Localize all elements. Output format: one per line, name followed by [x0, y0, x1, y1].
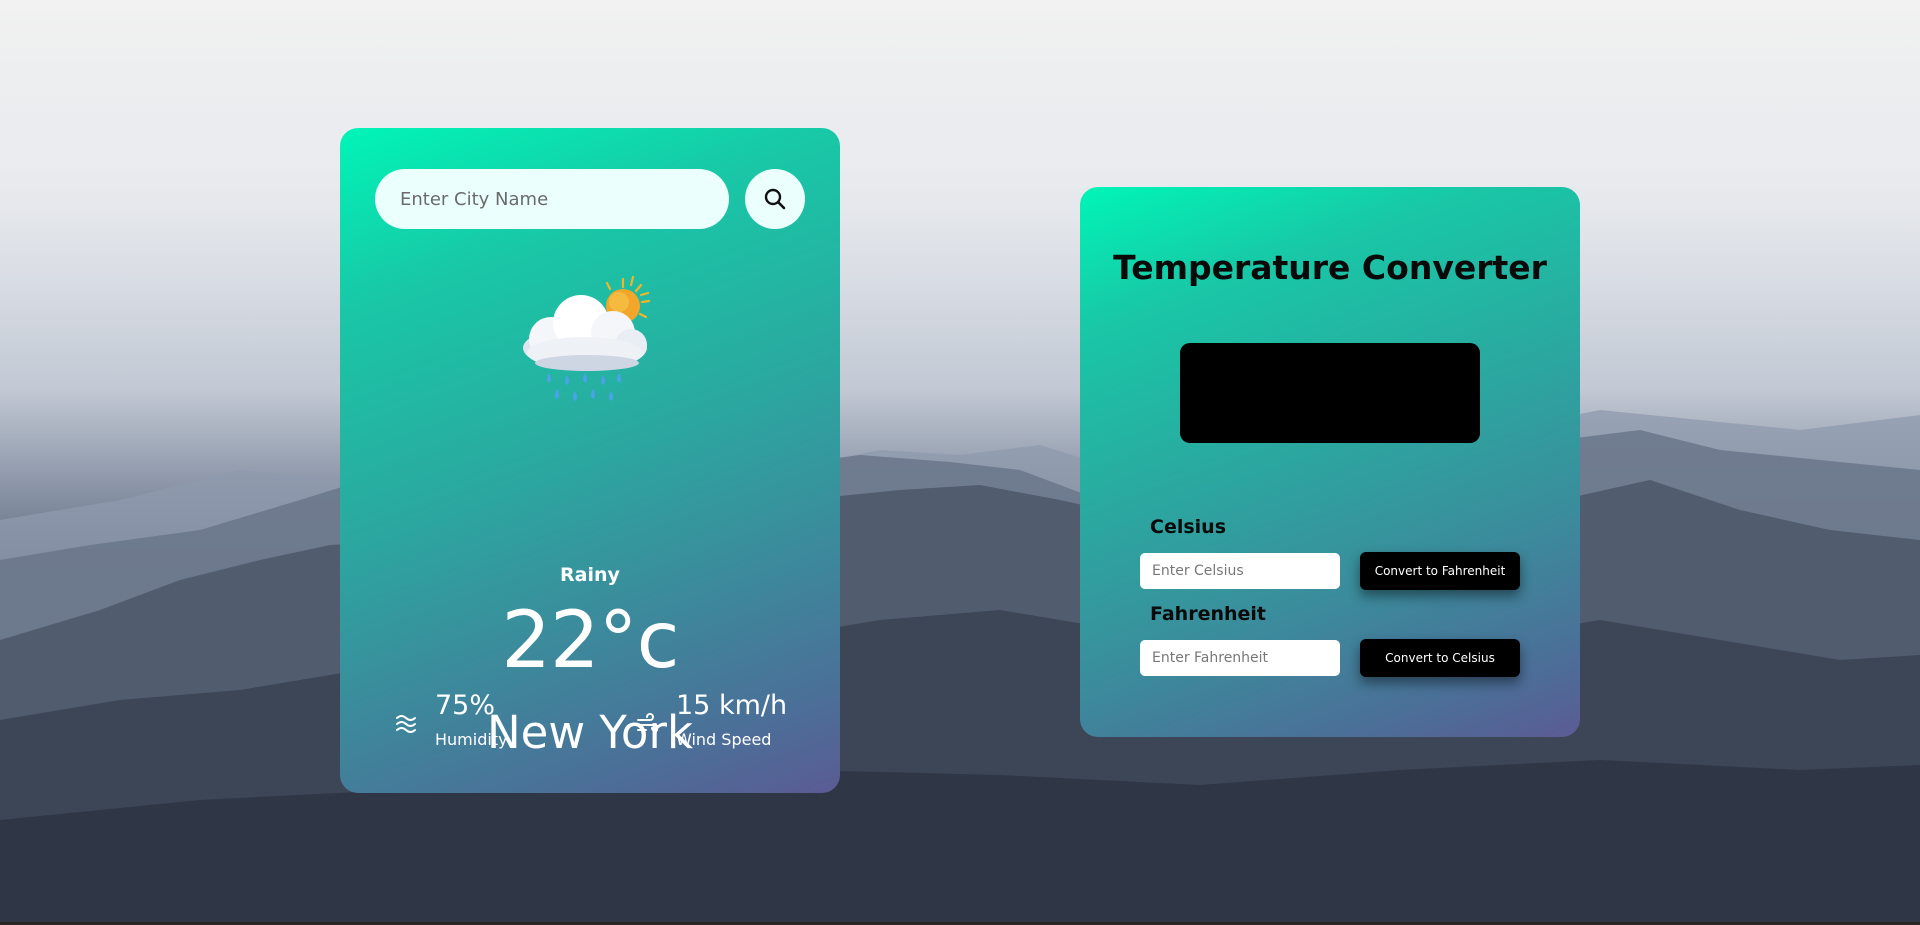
temperature-value: 22°c	[501, 596, 679, 686]
rain-cloud-sun-icon	[515, 273, 665, 408]
wind-speed-label: Wind Speed	[676, 730, 772, 749]
convert-to-celsius-button[interactable]: Convert to Celsius	[1360, 639, 1520, 677]
wind-speed-value: 15 km/h	[676, 690, 788, 721]
mountain-silhouettes	[0, 0, 1920, 925]
humidity-waves-icon	[395, 713, 417, 735]
wind-icon	[636, 713, 659, 735]
weather-card: Rainy 22°c New York 75% Humidity 15 km/h…	[340, 128, 840, 793]
temperature-converter-card: Temperature Converter Celsius Convert to…	[1080, 187, 1580, 737]
weather-condition: Rainy	[560, 564, 620, 586]
convert-to-fahrenheit-button[interactable]: Convert to Fahrenheit	[1360, 552, 1520, 590]
humidity-label: Humidity	[435, 730, 508, 749]
search-button[interactable]	[745, 169, 805, 229]
fahrenheit-label: Fahrenheit	[1150, 603, 1267, 625]
humidity-value: 75%	[435, 690, 496, 721]
fahrenheit-input[interactable]	[1140, 640, 1340, 676]
city-search-input[interactable]	[375, 169, 729, 229]
celsius-label: Celsius	[1150, 516, 1226, 538]
converter-title: Temperature Converter	[1113, 248, 1547, 287]
search-icon	[764, 188, 786, 210]
conversion-result-display	[1180, 343, 1480, 443]
mountain-background	[0, 0, 1920, 925]
celsius-input[interactable]	[1140, 553, 1340, 589]
